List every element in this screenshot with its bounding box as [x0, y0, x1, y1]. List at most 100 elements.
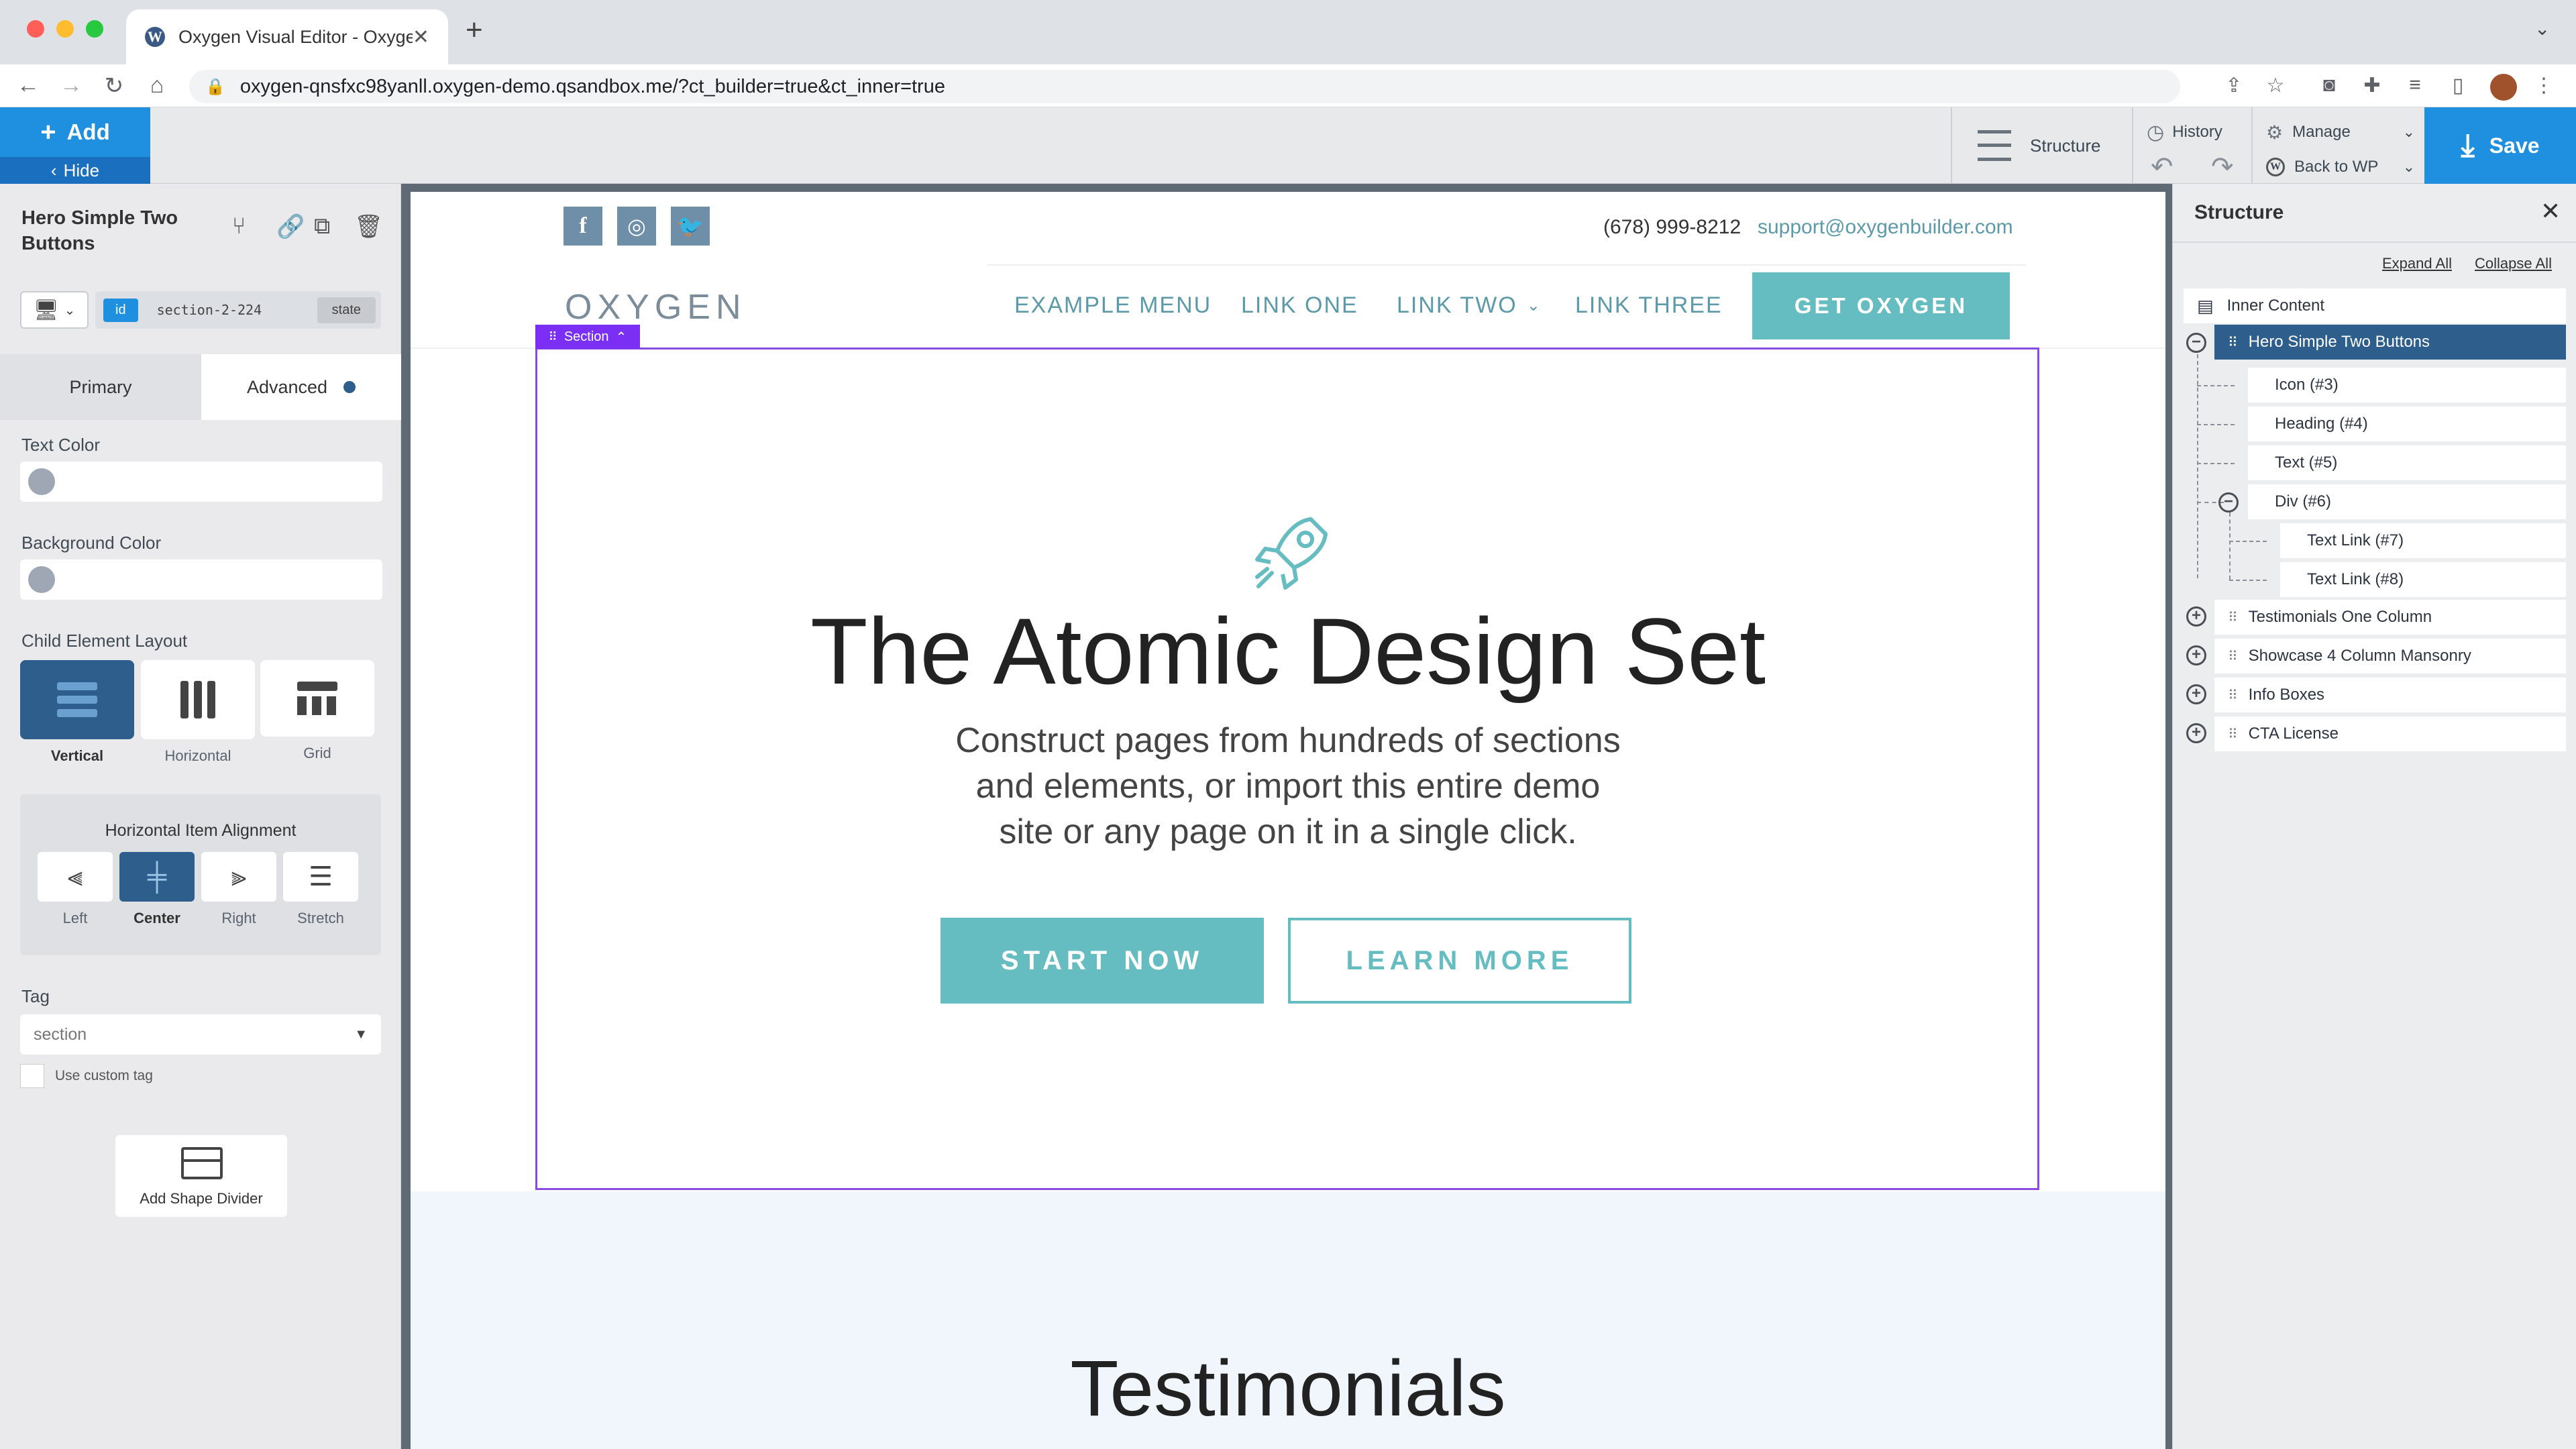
- tree-line: [2229, 580, 2267, 581]
- header-phone[interactable]: (678) 999-8212: [1603, 216, 1741, 239]
- document-icon: ▤: [2197, 295, 2214, 316]
- browser-tab[interactable]: W Oxygen Visual Editor - Oxygen ✕: [126, 9, 448, 64]
- collapse-icon[interactable]: −: [2218, 492, 2239, 513]
- undo-icon[interactable]: ↶: [2151, 152, 2174, 182]
- chevron-up-icon: ⌃: [615, 329, 627, 345]
- get-oxygen-button[interactable]: GET OXYGEN: [1752, 272, 2010, 339]
- layout-grid-button[interactable]: [260, 660, 374, 737]
- redo-icon[interactable]: ↷: [2211, 152, 2234, 182]
- back-icon[interactable]: ←: [15, 72, 42, 99]
- expand-icon[interactable]: +: [2186, 645, 2206, 665]
- url-field[interactable]: 🔒 oxygen-qnsfxc98yanll.oxygen-demo.qsand…: [189, 70, 2180, 103]
- add-button[interactable]: + Add: [0, 107, 150, 157]
- menu-link-two[interactable]: LINK TWO ⌄: [1397, 292, 1540, 319]
- learn-more-button[interactable]: LEARN MORE: [1288, 918, 1631, 1004]
- sidebar-icon[interactable]: ▯: [2443, 74, 2473, 97]
- site-logo[interactable]: OXYGEN: [565, 287, 747, 327]
- tree-item-label: Text (#5): [2275, 453, 2338, 472]
- save-button[interactable]: ⤓ Save: [2424, 107, 2576, 184]
- align-left-icon: ⫷: [67, 861, 83, 892]
- history-button[interactable]: ◷ History: [2147, 115, 2222, 149]
- trash-icon[interactable]: 🗑: [354, 213, 383, 240]
- tree-item-cta-license[interactable]: ⠿ CTA License: [2214, 716, 2566, 751]
- structure-button[interactable]: Structure: [1978, 127, 2101, 164]
- tree-item-heading[interactable]: Heading (#4): [2248, 407, 2566, 441]
- start-now-button[interactable]: START NOW: [941, 918, 1264, 1004]
- menu-link-one[interactable]: LINK ONE: [1241, 292, 1358, 319]
- expand-icon[interactable]: +: [2186, 606, 2206, 627]
- menu-link-three[interactable]: LINK THREE: [1575, 292, 1723, 319]
- tree-item-div[interactable]: Div (#6): [2248, 484, 2566, 519]
- tree-item-text-link-7[interactable]: Text Link (#7): [2280, 523, 2566, 558]
- maximize-window-button[interactable]: [86, 20, 103, 38]
- close-icon[interactable]: ✕: [2540, 197, 2561, 225]
- device-select[interactable]: 🖥 ⌄: [20, 291, 89, 329]
- align-stretch-button[interactable]: ☰: [283, 852, 358, 902]
- section-tag[interactable]: ⠿ Section ⌃: [535, 325, 640, 349]
- media-icon[interactable]: ≡: [2400, 74, 2430, 97]
- color-swatch[interactable]: [28, 566, 55, 593]
- menu-link-two-label: LINK TWO: [1397, 292, 1517, 318]
- state-button[interactable]: state: [317, 297, 376, 323]
- expand-all-link[interactable]: Expand All: [2382, 255, 2452, 272]
- tree-item-text-link-8[interactable]: Text Link (#8): [2280, 562, 2566, 597]
- extension-icon[interactable]: ◙: [2314, 74, 2344, 97]
- tag-value: section: [34, 1024, 87, 1044]
- selector-field[interactable]: id section-2-224 state: [95, 291, 381, 329]
- tree-item-text[interactable]: Text (#5): [2248, 445, 2566, 480]
- manage-button[interactable]: ⚙ Manage ⌄: [2266, 115, 2415, 149]
- link-icon[interactable]: 🔗: [276, 213, 305, 240]
- collapse-all-link[interactable]: Collapse All: [2475, 255, 2552, 272]
- minimize-window-button[interactable]: [56, 20, 74, 38]
- close-window-button[interactable]: [27, 20, 44, 38]
- tab-primary[interactable]: Primary: [0, 354, 201, 420]
- hide-button[interactable]: ‹ Hide: [0, 157, 150, 184]
- instagram-icon[interactable]: ◎: [617, 207, 656, 246]
- close-tab-icon[interactable]: ✕: [413, 25, 429, 49]
- share-icon[interactable]: ⇪: [2219, 74, 2249, 97]
- tag-select[interactable]: section ▼: [20, 1014, 381, 1055]
- color-swatch[interactable]: [28, 468, 55, 495]
- profile-avatar[interactable]: [2490, 74, 2517, 101]
- facebook-icon[interactable]: f: [564, 207, 602, 246]
- reload-icon[interactable]: ↻: [101, 72, 127, 99]
- home-icon[interactable]: ⌂: [144, 72, 170, 99]
- tree-item-testimonials[interactable]: ⠿ Testimonials One Column: [2214, 600, 2566, 635]
- new-tab-icon[interactable]: +: [466, 13, 483, 47]
- background-color-label: Background Color: [21, 533, 162, 553]
- tree-item-inner-content[interactable]: ▤ Inner Content: [2184, 288, 2566, 323]
- tree-item-icon[interactable]: Icon (#3): [2248, 368, 2566, 402]
- expand-icon[interactable]: +: [2186, 684, 2206, 704]
- tab-advanced[interactable]: Advanced: [201, 354, 401, 420]
- text-color-field[interactable]: [20, 462, 382, 502]
- tree-item-info-boxes[interactable]: ⠿ Info Boxes: [2214, 678, 2566, 712]
- add-shape-divider-button[interactable]: Add Shape Divider: [115, 1135, 287, 1217]
- align-center-button[interactable]: ╪: [119, 852, 195, 902]
- layout-vertical-label: Vertical: [50, 747, 104, 764]
- menu-link-example[interactable]: EXAMPLE MENU: [1014, 292, 1212, 319]
- align-right-button[interactable]: ⫸: [201, 852, 276, 902]
- back-to-wp-button[interactable]: W Back to WP ⌄: [2266, 150, 2415, 184]
- forward-icon[interactable]: →: [58, 72, 85, 99]
- align-left-button[interactable]: ⫷: [38, 852, 113, 902]
- background-color-field[interactable]: [20, 559, 382, 600]
- layout-vertical-button[interactable]: [20, 660, 134, 739]
- tree-item-showcase[interactable]: ⠿ Showcase 4 Column Mansonry: [2214, 639, 2566, 674]
- collapse-icon[interactable]: −: [2186, 333, 2206, 353]
- custom-tag-checkbox[interactable]: [20, 1064, 44, 1088]
- duplicate-icon[interactable]: ⧉: [314, 213, 330, 239]
- twitter-icon[interactable]: 🐦: [671, 207, 710, 246]
- layout-horizontal-button[interactable]: [141, 660, 255, 739]
- get-oxygen-label: GET OXYGEN: [1794, 293, 1968, 318]
- menu-kebab-icon[interactable]: ⋮: [2529, 74, 2559, 97]
- structure-tree-icon[interactable]: ⑂: [232, 213, 246, 239]
- bookmark-star-icon[interactable]: ☆: [2261, 74, 2290, 97]
- caret-down-icon: ▼: [354, 1026, 368, 1042]
- tab-search-icon[interactable]: ⌄: [2534, 17, 2550, 40]
- tree-item-hero[interactable]: ⠿ Hero Simple Two Buttons: [2214, 325, 2566, 360]
- expand-icon[interactable]: +: [2186, 723, 2206, 743]
- tree-item-label: Div (#6): [2275, 492, 2332, 511]
- header-email[interactable]: support@oxygenbuilder.com: [1758, 216, 2013, 239]
- align-stretch-icon: ☰: [309, 862, 333, 892]
- puzzle-icon[interactable]: ✚: [2357, 74, 2387, 97]
